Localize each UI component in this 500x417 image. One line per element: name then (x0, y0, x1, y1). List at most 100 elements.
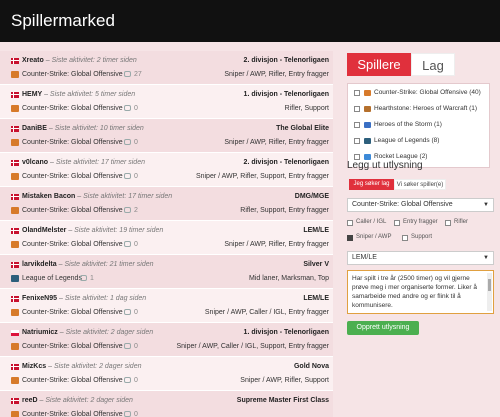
game-select[interactable]: Counter-Strike: Global Offensive ▼ (347, 198, 494, 212)
player-name[interactable]: Mistaken Bacon – Siste aktivitet: 17 tim… (22, 193, 172, 200)
player-name[interactable]: HEMY – Siste aktivitet: 5 timer siden (22, 91, 135, 98)
checkbox-icon (394, 220, 400, 226)
rank-label: The Global Elite (276, 125, 329, 132)
checkbox-icon (354, 122, 360, 128)
rank-select[interactable]: LEM/LE ▼ (347, 251, 494, 265)
game-filter-label: Rocket League (2) (374, 153, 428, 160)
game-icon (364, 122, 371, 128)
roles-label: Sniper / AWP, Rifler, Entry fragger (224, 241, 329, 248)
comment-count: 27 (124, 71, 142, 78)
player-name[interactable]: larvikdelta – Siste aktivitet: 21 timer … (22, 261, 154, 268)
flag-icon (11, 398, 19, 404)
game-name: League of Legends (22, 275, 82, 282)
checkbox-icon (445, 220, 451, 226)
game-icon (11, 139, 19, 146)
flag-icon (11, 92, 19, 98)
comment-count: 1 (80, 275, 94, 282)
flag-icon (11, 228, 19, 234)
game-name: Counter-Strike: Global Offensive (22, 173, 123, 180)
comment-icon (124, 309, 131, 315)
comment-count: 0 (124, 173, 138, 180)
game-icon (364, 138, 371, 144)
game-icon (11, 309, 19, 316)
rank-label: 2. divisjon - Telenorligaen (243, 57, 329, 64)
comment-icon (124, 241, 131, 247)
rank-label: DMG/MGE (294, 193, 329, 200)
player-name[interactable]: OlandMelster – Siste aktivitet: 19 timer… (22, 227, 163, 234)
roles-label: Rifler, Support (284, 105, 329, 112)
pill-seeking-team[interactable]: Jeg søker lag (349, 179, 394, 190)
activity-text: Siste aktivitet: 17 timer siden (83, 193, 173, 200)
checkbox-icon (402, 235, 408, 241)
game-filter-item[interactable]: Heroes of the Storm (1) (348, 118, 489, 132)
listing-row[interactable]: v0lcano – Siste aktivitet: 17 timer side… (0, 153, 333, 187)
description-textarea[interactable]: Har spilt i tre år (2500 timer) og vil g… (347, 270, 494, 314)
player-name[interactable]: Natriumicz – Siste aktivitet: 2 dager si… (22, 329, 153, 336)
comment-icon (124, 377, 131, 383)
game-name: Counter-Strike: Global Offensive (22, 411, 123, 417)
rank-select-value: LEM/LE (352, 254, 377, 261)
flag-icon (11, 126, 19, 132)
listing-row[interactable]: Xreato – Siste aktivitet: 2 timer siden C… (0, 51, 333, 85)
game-icon (11, 173, 19, 180)
game-filter-item[interactable]: Counter-Strike: Global Offensive (40) (348, 86, 489, 100)
game-select-value: Counter-Strike: Global Offensive (352, 201, 453, 208)
textarea-scrollbar[interactable] (487, 273, 492, 311)
listing-row[interactable]: larvikdelta – Siste aktivitet: 21 timer … (0, 255, 333, 289)
pill-seeking-players[interactable]: Vi søker spiller(e) (394, 179, 446, 190)
listing-row[interactable]: HEMY – Siste aktivitet: 5 timer siden Cou… (0, 85, 333, 119)
rank-label: Gold Nova (293, 363, 329, 370)
game-icon (364, 106, 371, 112)
comment-count: 0 (124, 105, 138, 112)
tab-lag[interactable]: Lag (411, 53, 455, 76)
game-name: Counter-Strike: Global Offensive (22, 139, 123, 146)
post-heading: Legg ut utlysning (347, 160, 423, 171)
comment-icon (124, 71, 131, 77)
activity-text: Siste aktivitet: 2 dager siden (65, 329, 154, 336)
comment-icon (124, 105, 131, 111)
game-filter-item[interactable]: Hearthstone: Heroes of Warcraft (1) (348, 102, 489, 116)
chevron-down-icon: ▼ (483, 202, 489, 208)
roles-label: Sniper / AWP, Rifler, Entry fragger (224, 71, 329, 78)
roles-label: Sniper / AWP, Rifler, Support, Entry fra… (195, 173, 329, 180)
content-area: Xreato – Siste aktivitet: 2 timer siden C… (0, 42, 500, 417)
checkbox-icon (354, 138, 360, 144)
listing-list: Xreato – Siste aktivitet: 2 timer siden C… (0, 51, 333, 417)
game-icon (11, 207, 19, 214)
tab-spillere[interactable]: Spillere (347, 53, 411, 76)
chevron-down-icon: ▼ (483, 255, 489, 261)
create-listing-button[interactable]: Opprett utlysning (347, 321, 419, 335)
player-name[interactable]: v0lcano – Siste aktivitet: 17 timer side… (22, 159, 145, 166)
listing-row[interactable]: Mistaken Bacon – Siste aktivitet: 17 tim… (0, 187, 333, 221)
comment-count: 0 (124, 139, 138, 146)
activity-text: Siste aktivitet: 2 dager siden (45, 397, 133, 404)
game-filter-label: League of Legends (8) (374, 137, 440, 144)
flag-icon (11, 296, 19, 302)
player-name[interactable]: reeD – Siste aktivitet: 2 dager siden (22, 397, 133, 404)
player-name[interactable]: FenixeN95 – Siste aktivitet: 1 dag siden (22, 295, 146, 302)
flag-icon (11, 364, 19, 370)
game-name: Counter-Strike: Global Offensive (22, 343, 123, 350)
role-options-row-2: Sniper / AWP Support (347, 233, 497, 244)
game-name: Counter-Strike: Global Offensive (22, 207, 123, 214)
description-text: Har spilt i tre år (2500 timer) og vil g… (352, 275, 477, 309)
listing-row[interactable]: reeD – Siste aktivitet: 2 dager siden Cou… (0, 391, 333, 417)
player-name[interactable]: DaniBE – Siste aktivitet: 10 timer siden (22, 125, 144, 132)
game-icon (11, 377, 19, 384)
listing-row[interactable]: OlandMelster – Siste aktivitet: 19 timer… (0, 221, 333, 255)
flag-icon (11, 330, 19, 336)
listing-row[interactable]: Natriumicz – Siste aktivitet: 2 dager si… (0, 323, 333, 357)
player-name[interactable]: Xreato – Siste aktivitet: 2 timer siden (22, 57, 137, 64)
listing-row[interactable]: FenixeN95 – Siste aktivitet: 1 dag siden… (0, 289, 333, 323)
game-icon (364, 90, 371, 96)
comment-icon (124, 173, 131, 179)
role-options-row-1: Caller / IGL Entry fragger Rifler (347, 218, 497, 229)
player-name[interactable]: MizKcs – Siste aktivitet: 2 dager siden (22, 363, 142, 370)
game-filter-list: Counter-Strike: Global Offensive (40) Hea… (347, 83, 490, 168)
comment-icon (124, 139, 131, 145)
listing-row[interactable]: DaniBE – Siste aktivitet: 10 timer siden… (0, 119, 333, 153)
activity-text: Siste aktivitet: 1 dag siden (64, 295, 147, 302)
listing-row[interactable]: MizKcs – Siste aktivitet: 2 dager siden C… (0, 357, 333, 391)
game-filter-item[interactable]: League of Legends (8) (348, 134, 489, 148)
activity-text: Siste aktivitet: 19 timer siden (74, 227, 164, 234)
